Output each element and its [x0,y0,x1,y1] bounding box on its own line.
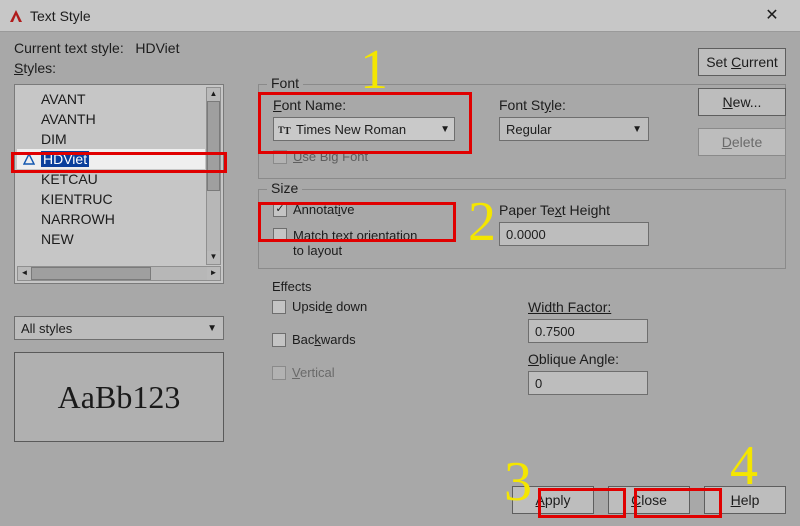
scroll-thumb-h[interactable] [31,267,151,280]
paper-text-height-value: 0.0000 [506,227,546,242]
style-item-ketcau[interactable]: KETCAU [17,169,205,189]
oblique-angle-label: Oblique Angle: [528,351,619,367]
set-current-button[interactable]: Set Current [698,48,786,76]
match-orientation-checkbox[interactable]: Match text orientationto layout [273,228,473,258]
font-name-label: Font Name: [273,97,346,113]
oblique-angle-input[interactable]: 0 [528,371,648,395]
styles-label: Styles: [14,60,786,76]
scroll-thumb[interactable] [207,101,220,191]
dialog-body: Current text style: HDViet Styles: AVANT… [14,40,786,516]
style-item-narrowh[interactable]: NARROWH [17,209,205,229]
font-style-label: Font Style: [499,97,566,113]
annotative-checkbox[interactable]: ✓ Annotative [273,202,354,217]
help-button[interactable]: Help [704,486,786,514]
close-button[interactable]: Close [608,486,690,514]
styles-listbox[interactable]: AVANT AVANTH DIM HDViet KETCAU KIENTRUC … [14,84,224,284]
side-buttons: Set Current New... Delete [698,48,786,156]
vertical-label: Vertical [292,365,335,380]
styles-vscroll[interactable]: ▲ ▼ [206,87,221,265]
checkbox-checked-icon: ✓ [273,203,287,217]
chevron-down-icon: ▼ [632,124,642,135]
new-button[interactable]: New... [698,88,786,116]
vertical-checkbox: Vertical [272,365,367,380]
effects-group-label: Effects [272,279,786,294]
use-big-font-checkbox: Use Big Font [273,149,368,164]
style-filter-dropdown[interactable]: All styles ▼ [14,316,224,340]
style-item-avant[interactable]: AVANT [17,89,205,109]
size-group: Size ✓ Annotative Match text orientation… [258,189,786,269]
text-style-dialog: Text Style ✕ Current text style: HDViet … [0,0,800,526]
paper-text-height-label: Paper Text Height [499,202,610,218]
scroll-right-icon[interactable]: ► [207,267,220,280]
style-item-kientruc[interactable]: KIENTRUC [17,189,205,209]
upside-down-label: Upside down [292,299,367,314]
font-style-dropdown[interactable]: Regular ▼ [499,117,649,141]
backwards-checkbox[interactable]: Backwards [272,332,367,347]
font-name-value: Times New Roman [296,122,406,137]
paper-text-height-input[interactable]: 0.0000 [499,222,649,246]
svg-text:T: T [284,126,291,136]
upside-down-checkbox[interactable]: Upside down [272,299,367,314]
width-factor-label: Width Factor: [528,299,611,315]
delete-button: Delete [698,128,786,156]
apply-button[interactable]: Apply [512,486,594,514]
scroll-up-icon[interactable]: ▲ [207,88,220,101]
scroll-left-icon[interactable]: ◄ [18,267,31,280]
autocad-icon [8,8,24,24]
font-style-value: Regular [506,122,552,137]
match-orientation-label: Match text orientationto layout [293,228,417,258]
style-item-avanth[interactable]: AVANTH [17,109,205,129]
font-name-dropdown[interactable]: T T Times New Roman ▼ [273,117,455,141]
truetype-icon: T T [278,122,292,136]
current-style-row: Current text style: HDViet [14,40,786,56]
chevron-down-icon: ▼ [440,124,450,135]
style-filter-value: All styles [21,321,72,336]
annotative-icon [23,153,35,165]
checkbox-icon [273,228,287,242]
style-item-hdviet[interactable]: HDViet [17,149,205,169]
current-style-value: HDViet [135,40,179,56]
annotative-label: Annotative [293,202,354,217]
checkbox-icon [272,333,286,347]
styles-hscroll[interactable]: ◄ ► [17,266,221,281]
style-item-new[interactable]: NEW [17,229,205,249]
checkbox-icon [272,366,286,380]
oblique-angle-value: 0 [535,376,542,391]
scroll-down-icon[interactable]: ▼ [207,251,220,264]
size-group-label: Size [267,180,302,196]
style-item-dim[interactable]: DIM [17,129,205,149]
close-icon[interactable]: ✕ [752,0,792,32]
titlebar: Text Style ✕ [0,0,800,32]
style-preview: AaBb123 [14,352,224,442]
use-big-font-label: Use Big Font [293,149,368,164]
backwards-label: Backwards [292,332,356,347]
font-group-label: Font [267,75,303,91]
bottom-buttons: Apply Close Help [512,486,786,514]
dialog-title: Text Style [30,8,91,24]
checkbox-icon [272,300,286,314]
checkbox-icon [273,150,287,164]
width-factor-input[interactable]: 0.7500 [528,319,648,343]
current-style-label: Current text style: [14,40,124,56]
style-preview-text: AaBb123 [58,379,181,416]
effects-group: Effects Upside down Backwards Vertical [258,279,786,407]
width-factor-value: 0.7500 [535,324,575,339]
chevron-down-icon: ▼ [207,323,217,334]
